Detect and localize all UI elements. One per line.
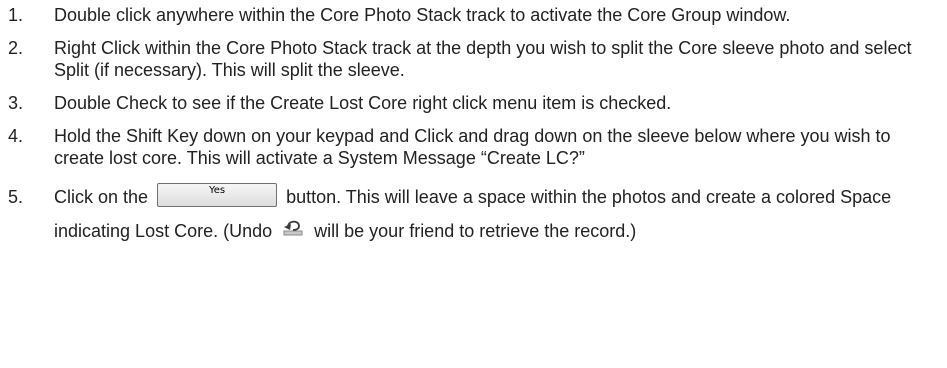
step-item: 2. Right Click within the Core Photo Sta…	[0, 37, 940, 81]
step-number: 1.	[8, 5, 24, 25]
step-text: Double click anywhere within the Core Ph…	[54, 5, 791, 25]
step-text: Double Check to see if the Create Lost C…	[54, 93, 672, 113]
step-number: 3.	[8, 93, 24, 113]
instruction-document: 1. Double click anywhere within the Core…	[0, 0, 947, 368]
step-item: 5. Click on the Yes button. This will le…	[0, 180, 940, 248]
step-number: 4.	[8, 126, 24, 146]
step-item: 4. Hold the Shift Key down on your keypa…	[0, 125, 940, 169]
step-text-before-button: Click on the	[54, 187, 149, 207]
step-item: 1. Double click anywhere within the Core…	[0, 4, 940, 26]
step-text: Right Click within the Core Photo Stack …	[54, 38, 912, 80]
step-item: 3. Double Check to see if the Create Los…	[0, 92, 940, 114]
step-number: 2.	[8, 38, 24, 58]
step-text-after-icon: will be your friend to retrieve the reco…	[314, 221, 637, 241]
steps-list: 1. Double click anywhere within the Core…	[0, 4, 940, 259]
step-text: Hold the Shift Key down on your keypad a…	[54, 126, 891, 168]
yes-button[interactable]: Yes	[157, 183, 278, 208]
step-number: 5.	[8, 187, 24, 207]
undo-icon	[280, 215, 306, 241]
